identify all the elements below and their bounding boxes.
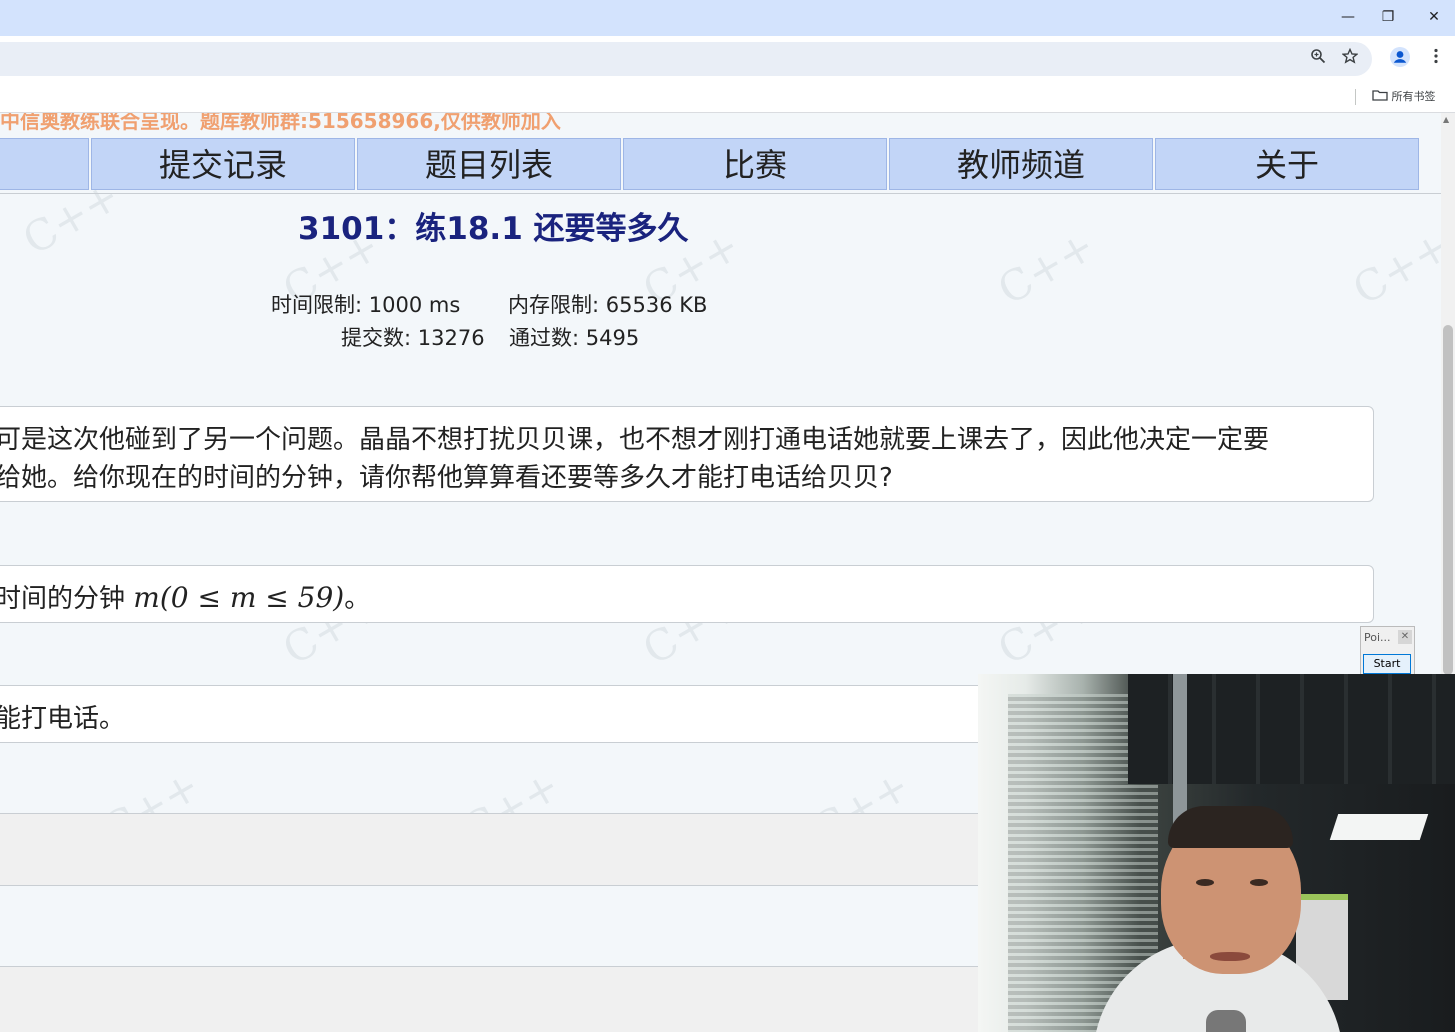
scroll-up-arrow-icon[interactable]: ▲ xyxy=(1443,115,1449,124)
person-eye xyxy=(1250,879,1268,886)
close-window-button[interactable]: ✕ xyxy=(1416,5,1452,29)
bookmark-star-icon[interactable] xyxy=(1337,46,1363,72)
section-bar xyxy=(0,885,978,966)
microphone xyxy=(1206,1010,1246,1032)
webcam-overlay xyxy=(978,674,1455,1032)
description-panel: 可是这次他碰到了另一个问题。晶晶不想打扰贝贝课，也不想才刚打通电话她就要上课去了… xyxy=(0,406,1374,502)
person-mouth xyxy=(1210,952,1250,961)
person-eye xyxy=(1196,879,1214,886)
bookmarks-separator xyxy=(1355,89,1356,105)
watermark-text: C++ xyxy=(989,220,1103,315)
menu-icon[interactable] xyxy=(1423,46,1449,72)
nav-divider xyxy=(0,193,1441,194)
input-math: m(0 ≤ m ≤ 59) xyxy=(133,581,345,614)
nav-item-hidden[interactable] xyxy=(0,138,89,190)
submission-count: 提交数: 13276 xyxy=(341,326,485,350)
start-button[interactable]: Start xyxy=(1363,654,1411,674)
browser-title-bar: — ❐ ✕ xyxy=(0,0,1455,36)
input-text-suffix: 。 xyxy=(344,584,371,614)
input-panel: 时间的分钟 m(0 ≤ m ≤ 59)。 xyxy=(0,565,1374,623)
description-line-1: 可是这次他碰到了另一个问题。晶晶不想打扰贝贝课，也不想才刚打通电话她就要上课去了… xyxy=(0,425,1270,455)
zoom-icon[interactable] xyxy=(1305,46,1331,72)
all-bookmarks-label: 所有书签 xyxy=(1391,90,1436,103)
person-hair xyxy=(1168,806,1293,848)
popup-close-button[interactable]: ✕ xyxy=(1398,630,1412,644)
accepted-count: 通过数: 5495 xyxy=(509,326,640,350)
section-bar xyxy=(0,966,978,1032)
memory-limit: 内存限制: 65536 KB xyxy=(508,293,708,317)
restore-button[interactable]: ❐ xyxy=(1370,5,1406,29)
all-bookmarks-button[interactable]: 所有书签 xyxy=(1372,87,1436,107)
time-limit: 时间限制: 1000 ms xyxy=(271,293,461,317)
profile-icon[interactable] xyxy=(1387,46,1413,72)
nav-item-about[interactable]: 关于 xyxy=(1155,138,1419,190)
nav-item-contests[interactable]: 比赛 xyxy=(623,138,887,190)
overlay-popup: Poi... ✕ Start xyxy=(1360,626,1415,676)
watermark-text: C++ xyxy=(1344,220,1441,315)
output-description: 能打电话。 xyxy=(0,704,126,734)
minimize-button[interactable]: — xyxy=(1330,5,1366,29)
nav-item-submissions[interactable]: 提交记录 xyxy=(91,138,355,190)
address-bar[interactable] xyxy=(0,42,1372,76)
nav-item-problems[interactable]: 题目列表 xyxy=(357,138,621,190)
popup-title: Poi... xyxy=(1364,631,1391,644)
section-bar xyxy=(0,813,978,885)
ceiling-pipe xyxy=(1173,674,1187,824)
toolbar xyxy=(0,36,1455,82)
main-nav: 提交记录 题目列表 比赛 教师频道 关于 xyxy=(0,138,1425,190)
site-notice: 中信奥教练联合呈现。题库教师群:515658966,仅供教师加入 xyxy=(0,113,561,133)
ceiling-light xyxy=(1329,814,1429,840)
scrollbar-thumb[interactable] xyxy=(1443,325,1453,675)
bookmarks-bar: 所有书签 xyxy=(0,82,1455,113)
nav-item-teachers[interactable]: 教师频道 xyxy=(889,138,1153,190)
input-text-prefix: 时间的分钟 xyxy=(0,584,134,614)
problem-title: 3101：练18.1 还要等多久 xyxy=(298,211,689,247)
input-description: 时间的分钟 m(0 ≤ m ≤ 59)。 xyxy=(0,578,370,615)
folder-icon xyxy=(1372,90,1392,103)
description-line-2: 给她。给你现在的时间的分钟，请你帮他算算看还要等多久才能打电话给贝贝? xyxy=(0,463,893,493)
